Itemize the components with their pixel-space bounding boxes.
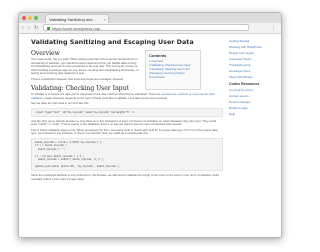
code-block-input: <input type="text" id="my-zipcode" name=… — [31, 107, 223, 117]
sidebar-link[interactable]: Help — [229, 111, 277, 117]
maximize-window-button[interactable] — [34, 16, 38, 20]
minimize-window-button[interactable] — [28, 16, 32, 20]
forward-icon[interactable]: › — [28, 24, 30, 32]
validating-text-end: ; usage obviously depends on the type of… — [42, 95, 168, 100]
overview-paragraph-1: Your code works, but is it safe? When wr… — [31, 57, 139, 75]
browser-window: Validating Sanitizing and... × ‹ › ↻ htt… — [18, 12, 282, 238]
overview-paragraph-2: There's a distinction between how input … — [31, 76, 124, 81]
code-block-php: $safe_zipcode = intval( $_POST['my-zipco… — [31, 137, 223, 172]
validating-paragraph-3: Just like that, we've told the browser t… — [31, 118, 216, 127]
overview-section: Overview Your code works, but is it safe… — [31, 50, 223, 90]
reload-icon[interactable]: ↻ — [34, 24, 38, 32]
tab-title: Validating Sanitizing and... — [49, 17, 96, 22]
back-icon[interactable]: ‹ — [22, 24, 24, 32]
validating-paragraph-5: Since the maxlength attribute is only en… — [31, 173, 219, 181]
close-window-button[interactable] — [22, 16, 26, 20]
validating-paragraph-4: This is where validation plays a role. W… — [31, 127, 218, 136]
browser-toolbar: ‹ › ↻ https://code.wordpress.org/... ⋮ — [19, 23, 281, 34]
article: Validating Sanitizing and Escaping User … — [31, 38, 223, 236]
overview-heading: Overview — [31, 50, 60, 57]
validating-paragraph-2: Say we have an input area in our form li… — [31, 101, 90, 105]
sidebar: Getting Started Working with WordPress D… — [229, 38, 277, 117]
menu-icon[interactable]: ⋮ — [271, 24, 276, 32]
address-bar[interactable]: https://code.wordpress.org/... — [43, 24, 249, 31]
tab-bar: Validating Sanitizing and... × — [19, 13, 281, 23]
lock-icon — [47, 27, 50, 31]
page-content: Validating Sanitizing and Escaping User … — [19, 34, 281, 237]
sidebar-link[interactable]: About WordPress — [229, 74, 277, 80]
page-title: Validating Sanitizing and Escaping User … — [31, 38, 194, 46]
tab-active[interactable]: Validating Sanitizing and... × — [45, 14, 109, 23]
tab-close-icon[interactable]: × — [104, 15, 106, 23]
table-of-contents: Contents 1 Overview 2 Validating: Checki… — [145, 50, 201, 90]
validating-paragraph-1: To validate is to ensure the data you've… — [31, 92, 223, 100]
url-text: https://code.wordpress.org/... — [52, 26, 104, 31]
contents-item[interactable]: 5 Conclusion — [149, 75, 197, 79]
contents-title: Contents — [149, 53, 167, 58]
